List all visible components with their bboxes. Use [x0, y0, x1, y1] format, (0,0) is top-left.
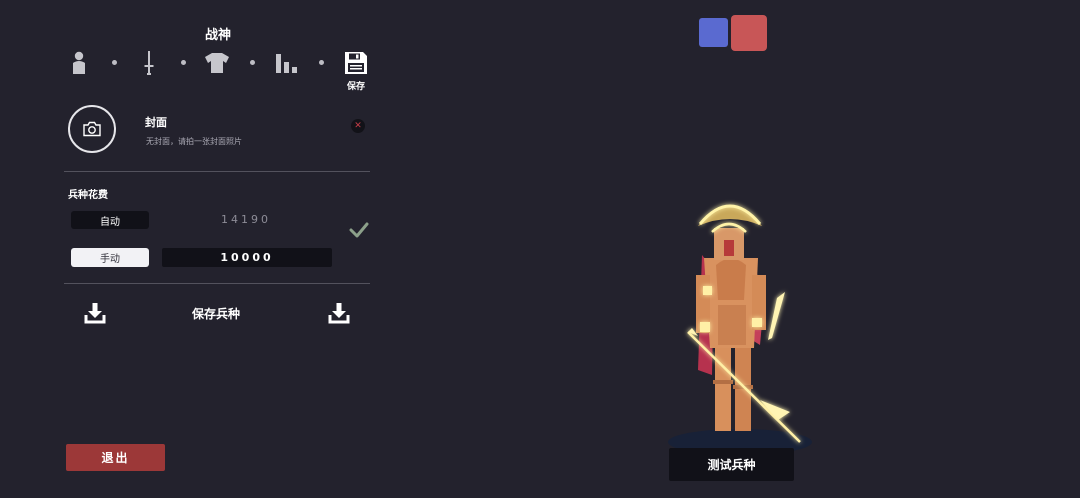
test-unit-button[interactable]: 测试兵种 — [669, 448, 794, 481]
camera-icon — [83, 121, 101, 137]
download-button[interactable] — [84, 302, 108, 324]
blue-team-swatch[interactable] — [699, 18, 728, 47]
manual-cost-input[interactable]: 10000 — [162, 248, 332, 267]
download-icon — [328, 303, 350, 324]
clear-cover-button[interactable]: ✕ — [351, 119, 365, 133]
unit-preview-character — [668, 204, 812, 455]
cover-subtitle: 无封面，请拍一张封面照片 — [146, 137, 242, 146]
auto-cost-value: 14190 — [221, 213, 271, 226]
exit-button[interactable]: 退出 — [66, 444, 165, 471]
unit-title: 战神 — [204, 28, 231, 43]
tab-save[interactable] — [343, 50, 369, 76]
tab-stats[interactable] — [274, 50, 300, 76]
unit-cost-title: 兵种花费 — [68, 190, 108, 201]
red-team-swatch[interactable] — [731, 15, 767, 51]
divider — [64, 171, 370, 172]
confirm-cost-button[interactable] — [349, 221, 369, 239]
stats-bars-icon — [276, 54, 297, 73]
take-cover-photo-button[interactable] — [68, 105, 116, 153]
shirt-icon — [205, 53, 229, 73]
close-icon: ✕ — [354, 121, 362, 131]
tab-separator — [112, 60, 117, 65]
save-unit-button[interactable]: 保存兵种 — [160, 305, 272, 322]
tab-weapons[interactable] — [136, 50, 162, 76]
tab-separator — [319, 60, 324, 65]
sword-icon — [144, 51, 154, 75]
manual-cost-button[interactable]: 手动 — [71, 248, 149, 267]
cover-title: 封面 — [145, 116, 167, 129]
check-icon — [349, 222, 369, 238]
save-tab-label: 保存 — [346, 82, 365, 92]
save-disk-icon — [345, 52, 367, 74]
person-icon — [73, 51, 85, 74]
download-button[interactable] — [328, 302, 352, 324]
tab-appearance[interactable] — [66, 50, 92, 76]
tab-separator — [181, 60, 186, 65]
divider — [64, 283, 370, 284]
auto-cost-button[interactable]: 自动 — [71, 211, 149, 229]
tab-clothing[interactable] — [204, 50, 230, 76]
tab-separator — [250, 60, 255, 65]
download-icon — [84, 303, 106, 324]
